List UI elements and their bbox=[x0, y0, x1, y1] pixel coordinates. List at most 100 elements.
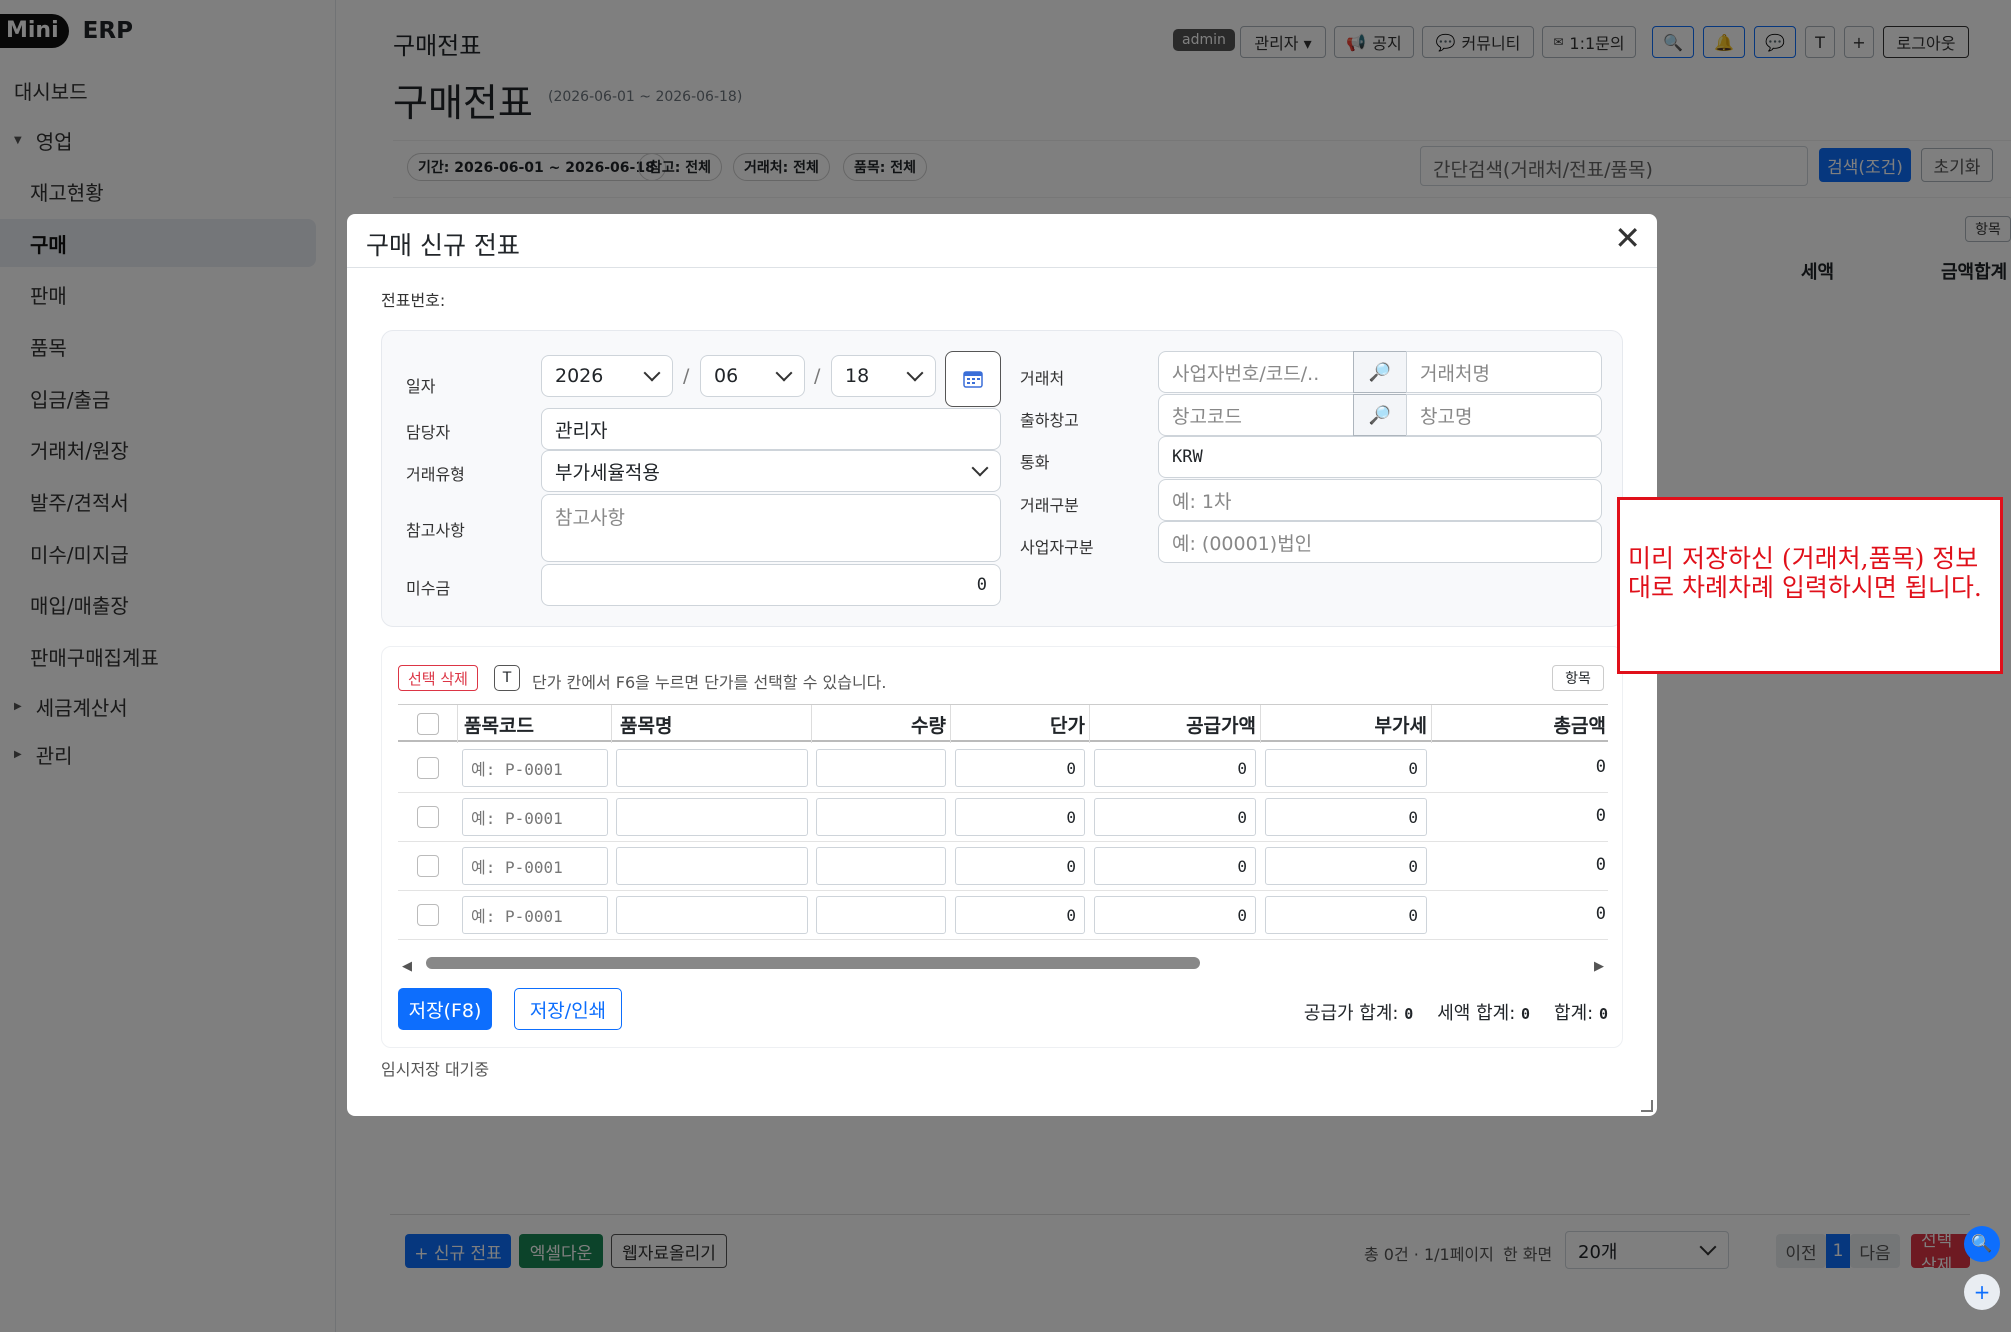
client-name-input[interactable]: 거래처명 bbox=[1406, 351, 1602, 393]
items-grid-panel: 선택 삭제 T 단가 칸에서 F6을 누르면 단가를 선택할 수 있습니다. 항… bbox=[381, 646, 1623, 1048]
header-unit-price: 단가 bbox=[951, 705, 1090, 743]
row-checkbox[interactable] bbox=[417, 806, 439, 828]
supply-amount-input[interactable]: 0 bbox=[1094, 847, 1256, 885]
table-header: 품목코드 품목명 수량 단가 공급가액 부가세 총금액 bbox=[398, 704, 1608, 743]
resize-handle-icon[interactable] bbox=[1641, 1100, 1653, 1112]
item-name-input[interactable] bbox=[616, 896, 808, 934]
header-item-name: 품목명 bbox=[612, 705, 812, 743]
unit-price-input[interactable]: 0 bbox=[955, 896, 1085, 934]
date-separator: / bbox=[683, 365, 690, 387]
vat-input[interactable]: 0 bbox=[1265, 896, 1427, 934]
save-print-button[interactable]: 저장/인쇄 bbox=[514, 988, 622, 1030]
scroll-right-arrow-icon[interactable]: ▶ bbox=[1594, 959, 1604, 974]
manager-label: 담당자 bbox=[406, 423, 451, 442]
memo-textarea[interactable]: 참고사항 bbox=[541, 494, 1001, 562]
header-vat: 부가세 bbox=[1261, 705, 1432, 743]
supply-total-label: 공급가 합계: bbox=[1303, 1003, 1399, 1024]
grand-total-value: 0 bbox=[1598, 1005, 1608, 1023]
year-select[interactable]: 2026 bbox=[541, 355, 673, 397]
grid-columns-button[interactable]: 항목 bbox=[1552, 665, 1604, 691]
calendar-button[interactable] bbox=[945, 351, 1001, 407]
grand-total-label: 합계: bbox=[1554, 1003, 1594, 1024]
supply-total-value: 0 bbox=[1404, 1005, 1414, 1023]
floating-add-button[interactable]: + bbox=[1964, 1274, 2000, 1310]
chevron-down-icon bbox=[643, 364, 661, 382]
trade-type-select[interactable]: 부가세율적용 bbox=[541, 450, 1001, 492]
month-select[interactable]: 06 bbox=[700, 355, 805, 397]
row-total: 0 bbox=[1595, 806, 1606, 826]
warehouse-name-input[interactable]: 창고명 bbox=[1406, 394, 1602, 436]
currency-input[interactable]: KRW bbox=[1158, 436, 1602, 478]
price-hint: 단가 칸에서 F6을 누르면 단가를 선택할 수 있습니다. bbox=[532, 673, 887, 692]
horizontal-scrollbar-thumb[interactable] bbox=[426, 957, 1200, 969]
supply-amount-input[interactable]: 0 bbox=[1094, 798, 1256, 836]
supply-amount-input[interactable]: 0 bbox=[1094, 749, 1256, 787]
magnifier-icon: 🔎 bbox=[1368, 361, 1392, 383]
row-checkbox[interactable] bbox=[417, 757, 439, 779]
table-row: 예: P-0001 0 0 0 0 bbox=[398, 842, 1608, 891]
unit-price-input[interactable]: 0 bbox=[955, 847, 1085, 885]
plus-icon: + bbox=[1973, 1280, 1991, 1304]
supply-amount-input[interactable]: 0 bbox=[1094, 896, 1256, 934]
day-select[interactable]: 18 bbox=[831, 355, 936, 397]
quantity-input[interactable] bbox=[816, 847, 946, 885]
receivable-label: 미수금 bbox=[406, 579, 451, 598]
modal-header: 구매 신규 전표 ✕ bbox=[347, 214, 1657, 268]
month-value: 06 bbox=[714, 365, 739, 387]
calendar-icon bbox=[963, 371, 983, 388]
item-name-input[interactable] bbox=[616, 847, 808, 885]
tax-total-value: 0 bbox=[1521, 1005, 1531, 1023]
warehouse-search-button[interactable]: 🔎 bbox=[1353, 394, 1407, 436]
t-key-badge[interactable]: T bbox=[494, 665, 520, 691]
unit-price-input[interactable]: 0 bbox=[955, 749, 1085, 787]
row-total: 0 bbox=[1595, 855, 1606, 875]
trade-div-label: 거래구분 bbox=[1020, 496, 1079, 515]
trade-type-label: 거래유형 bbox=[406, 465, 465, 484]
item-name-input[interactable] bbox=[616, 798, 808, 836]
biz-div-label: 사업자구분 bbox=[1020, 538, 1094, 557]
item-name-input[interactable] bbox=[616, 749, 808, 787]
new-purchase-voucher-modal: 구매 신규 전표 ✕ 전표번호: 일자 2026 / 06 / 18 담당자 관… bbox=[347, 214, 1657, 1116]
save-button[interactable]: 저장(F8) bbox=[398, 988, 492, 1030]
manager-input[interactable]: 관리자 bbox=[541, 408, 1001, 450]
quantity-input[interactable] bbox=[816, 896, 946, 934]
table-row: 예: P-0001 0 0 0 0 bbox=[398, 891, 1608, 940]
row-checkbox[interactable] bbox=[417, 855, 439, 877]
item-code-input[interactable]: 예: P-0001 bbox=[462, 896, 608, 934]
item-code-input[interactable]: 예: P-0001 bbox=[462, 798, 608, 836]
unit-price-input[interactable]: 0 bbox=[955, 798, 1085, 836]
item-code-input[interactable]: 예: P-0001 bbox=[462, 749, 608, 787]
year-value: 2026 bbox=[555, 365, 604, 387]
modal-title: 구매 신규 전표 bbox=[366, 231, 520, 260]
header-select-cell bbox=[398, 705, 458, 743]
client-code-input[interactable]: 사업자번호/코드/.. bbox=[1158, 351, 1354, 393]
search-icon: 🔍 bbox=[1971, 1234, 1993, 1254]
item-code-input[interactable]: 예: P-0001 bbox=[462, 847, 608, 885]
quantity-input[interactable] bbox=[816, 749, 946, 787]
vat-input[interactable]: 0 bbox=[1265, 847, 1427, 885]
close-icon[interactable]: ✕ bbox=[1614, 222, 1641, 254]
vat-input[interactable]: 0 bbox=[1265, 798, 1427, 836]
row-checkbox[interactable] bbox=[417, 904, 439, 926]
supply-total: 공급가 합계: 0 bbox=[1304, 999, 1413, 1025]
delete-selected-rows-button[interactable]: 선택 삭제 bbox=[398, 665, 478, 691]
table-row: 예: P-0001 0 0 0 0 bbox=[398, 793, 1608, 842]
scroll-left-arrow-icon[interactable]: ◀ bbox=[402, 959, 412, 974]
client-label: 거래처 bbox=[1020, 369, 1065, 388]
totals-summary: 공급가 합계: 0 세액 합계: 0 합계: 0 bbox=[1304, 999, 1608, 1025]
warehouse-code-input[interactable]: 창고코드 bbox=[1158, 394, 1354, 436]
chevron-down-icon bbox=[906, 364, 924, 382]
floating-search-button[interactable]: 🔍 bbox=[1964, 1226, 2000, 1262]
annotation-callout: 미리 저장하신 (거래처,품목) 정보대로 차례차례 입력하시면 됩니다. bbox=[1617, 497, 2003, 674]
chevron-down-icon bbox=[971, 459, 989, 477]
grand-total: 합계: 0 bbox=[1554, 999, 1608, 1025]
trade-div-input[interactable]: 예: 1차 bbox=[1158, 479, 1602, 521]
quantity-input[interactable] bbox=[816, 798, 946, 836]
biz-div-input[interactable]: 예: (00001)법인 bbox=[1158, 521, 1602, 563]
voucher-form-panel: 일자 2026 / 06 / 18 담당자 관리자 거래유형 부가세율적용 참고… bbox=[381, 330, 1623, 627]
trade-type-value: 부가세율적용 bbox=[555, 461, 660, 484]
client-search-button[interactable]: 🔎 bbox=[1353, 351, 1407, 393]
vat-input[interactable]: 0 bbox=[1265, 749, 1427, 787]
select-all-checkbox[interactable] bbox=[416, 713, 439, 735]
receivable-input[interactable]: 0 bbox=[541, 564, 1001, 606]
